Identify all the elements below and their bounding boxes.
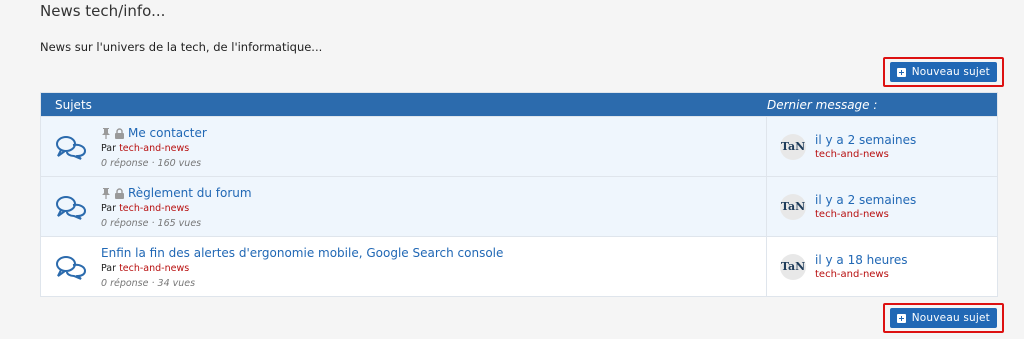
new-topic-button-top[interactable]: Nouveau sujet xyxy=(889,62,997,82)
forum-description: News sur l'univers de la tech, de l'info… xyxy=(40,40,323,54)
last-message-time-link[interactable]: il y a 18 heures xyxy=(815,253,908,267)
avatar[interactable]: TaN xyxy=(780,253,806,280)
avatar[interactable]: TaN xyxy=(780,193,806,220)
topics-table: Sujets Dernier message : Me contacter Pa… xyxy=(40,92,998,297)
topic-stats: 0 réponse · 165 vues xyxy=(101,217,202,229)
table-header: Sujets Dernier message : xyxy=(41,93,997,116)
avatar[interactable]: TaN xyxy=(780,133,806,160)
chat-bubbles-icon xyxy=(56,255,87,280)
by-prefix: Par xyxy=(101,262,117,274)
header-last-message: Dernier message : xyxy=(767,97,878,112)
new-topic-highlight-top: Nouveau sujet xyxy=(882,57,1004,87)
last-message-time-link[interactable]: il y a 2 semaines xyxy=(815,193,916,207)
pin-icon xyxy=(102,187,110,199)
lock-icon xyxy=(115,127,124,139)
table-row: Enfin la fin des alertes d'ergonomie mob… xyxy=(41,236,997,296)
last-message-time-link[interactable]: il y a 2 semaines xyxy=(815,133,916,147)
topic-author-line: Par tech-and-news xyxy=(101,143,207,154)
topic-title-link[interactable]: Règlement du forum xyxy=(128,186,252,200)
table-row: Me contacter Par tech-and-news 0 réponse… xyxy=(41,116,997,176)
new-topic-button-bottom[interactable]: Nouveau sujet xyxy=(889,308,997,328)
table-row: Règlement du forum Par tech-and-news 0 r… xyxy=(41,176,997,236)
topic-stats: 0 réponse · 160 vues xyxy=(101,157,202,169)
new-topic-label: Nouveau sujet xyxy=(911,312,990,324)
topic-author-line: Par tech-and-news xyxy=(101,263,503,274)
pin-icon xyxy=(102,127,110,139)
topic-title-link[interactable]: Me contacter xyxy=(128,126,207,140)
header-topics: Sujets xyxy=(55,97,92,112)
by-prefix: Par xyxy=(101,142,117,154)
chat-bubbles-icon xyxy=(56,135,87,160)
lock-icon xyxy=(115,187,124,199)
new-topic-label: Nouveau sujet xyxy=(911,66,990,78)
topic-author-line: Par tech-and-news xyxy=(101,203,252,214)
last-message-author-link[interactable]: tech-and-news xyxy=(815,209,916,220)
topic-stats: 0 réponse · 34 vues xyxy=(101,277,196,289)
plus-icon xyxy=(896,67,906,77)
chat-bubbles-icon xyxy=(56,195,87,220)
last-message-author-link[interactable]: tech-and-news xyxy=(815,149,916,160)
topic-author-link[interactable]: tech-and-news xyxy=(119,143,189,154)
topic-author-link[interactable]: tech-and-news xyxy=(119,203,189,214)
last-message-author-link[interactable]: tech-and-news xyxy=(815,269,908,280)
topic-author-link[interactable]: tech-and-news xyxy=(119,263,189,274)
by-prefix: Par xyxy=(101,202,117,214)
new-topic-highlight-bottom: Nouveau sujet xyxy=(882,303,1004,333)
page-title: News tech/info... xyxy=(40,2,166,20)
topic-title-link[interactable]: Enfin la fin des alertes d'ergonomie mob… xyxy=(101,246,503,260)
plus-icon xyxy=(896,313,906,323)
